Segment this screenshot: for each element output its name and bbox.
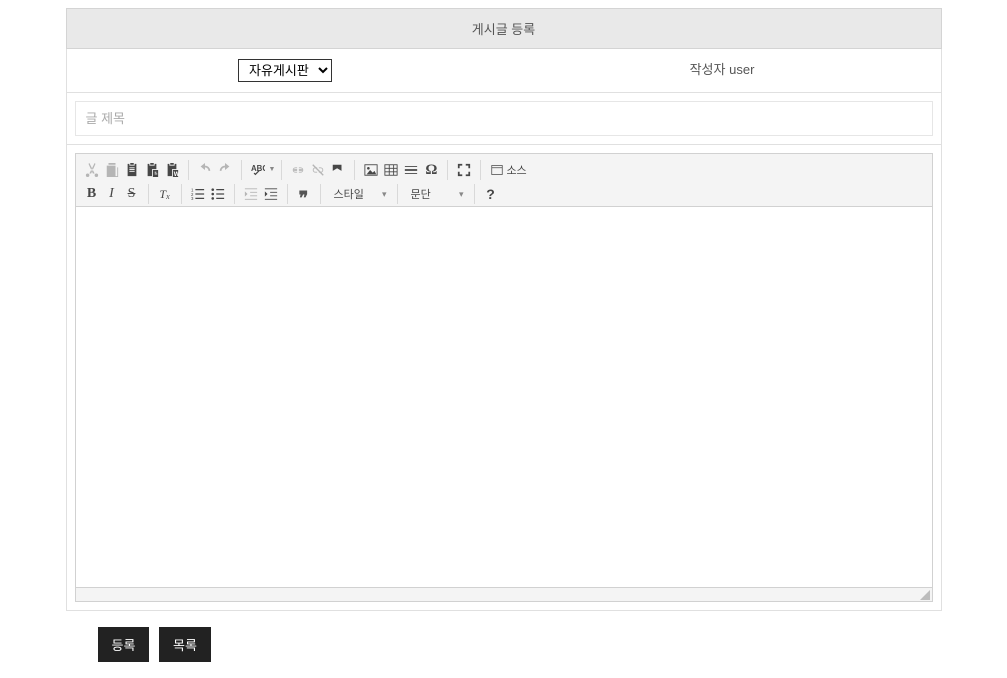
board-select[interactable]: 자유게시판 <box>238 59 332 82</box>
source-label: 소스 <box>506 162 526 178</box>
title-row <box>66 93 942 145</box>
outdent-icon[interactable] <box>241 184 261 204</box>
style-combo-label: 스타일 <box>334 186 364 202</box>
anchor-icon[interactable] <box>328 160 348 180</box>
editor-content-area[interactable] <box>76 207 932 587</box>
dropdown-caret-icon: ▾ <box>459 189 464 200</box>
format-combo[interactable]: 문단 ▾ <box>404 184 468 204</box>
paste-icon[interactable] <box>122 160 142 180</box>
resize-handle-icon[interactable] <box>920 590 930 600</box>
strike-button[interactable]: S <box>122 184 142 204</box>
paste-word-icon[interactable]: W <box>162 160 182 180</box>
maximize-icon[interactable] <box>454 160 474 180</box>
blockquote-icon[interactable]: ❞ <box>294 184 314 204</box>
author-label: 작성자 <box>690 62 726 77</box>
author-cell: 작성자 user <box>504 49 941 92</box>
bold-button[interactable]: B <box>82 184 102 204</box>
style-combo[interactable]: 스타일 ▾ <box>327 184 391 204</box>
dropdown-caret-icon[interactable]: ▼ <box>269 166 276 173</box>
footer-buttons: 등록 목록 <box>66 611 942 678</box>
undo-icon[interactable] <box>195 160 215 180</box>
copy-icon[interactable] <box>102 160 122 180</box>
list-button[interactable]: 목록 <box>159 627 211 662</box>
image-icon[interactable] <box>361 160 381 180</box>
table-icon[interactable] <box>381 160 401 180</box>
paste-text-icon[interactable] <box>142 160 162 180</box>
spellcheck-icon[interactable]: ABC <box>248 160 268 180</box>
rich-text-editor: W ABC ▼ <box>75 153 933 602</box>
svg-text:W: W <box>173 171 178 177</box>
link-icon[interactable] <box>288 160 308 180</box>
board-select-cell: 자유게시판 <box>67 49 504 92</box>
unlink-icon[interactable] <box>308 160 328 180</box>
title-input[interactable] <box>75 101 933 136</box>
editor-status-bar <box>76 587 932 601</box>
special-char-icon[interactable]: Ω <box>421 160 441 180</box>
editor-wrapper: W ABC ▼ <box>66 145 942 611</box>
cut-icon[interactable] <box>82 160 102 180</box>
bullet-list-icon[interactable] <box>208 184 228 204</box>
svg-text:3: 3 <box>191 196 194 201</box>
author-name: user <box>729 62 754 77</box>
editor-toolbar: W ABC ▼ <box>76 154 932 207</box>
meta-row: 자유게시판 작성자 user <box>66 49 942 93</box>
italic-button[interactable]: I <box>102 184 122 204</box>
page-title: 게시글 등록 <box>66 8 942 49</box>
submit-button[interactable]: 등록 <box>98 627 150 662</box>
indent-icon[interactable] <box>261 184 281 204</box>
source-button[interactable]: 소스 <box>487 160 530 180</box>
horizontal-rule-icon[interactable] <box>401 160 421 180</box>
remove-format-icon[interactable]: Tx <box>155 184 175 204</box>
format-combo-label: 문단 <box>411 186 431 202</box>
help-icon[interactable]: ? <box>481 184 501 204</box>
dropdown-caret-icon: ▾ <box>382 189 387 200</box>
numbered-list-icon[interactable]: 123 <box>188 184 208 204</box>
redo-icon[interactable] <box>215 160 235 180</box>
